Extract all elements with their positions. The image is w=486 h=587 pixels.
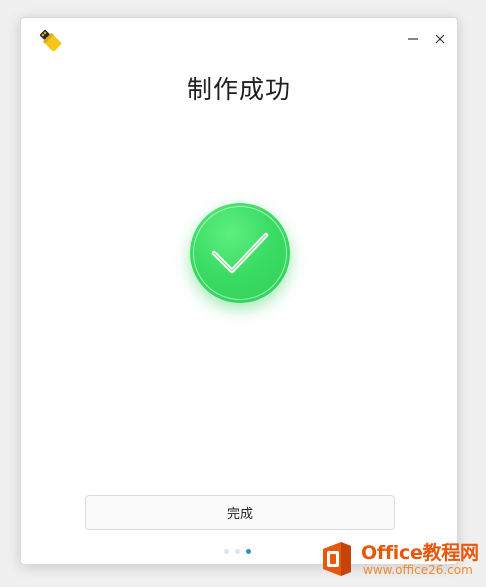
close-icon xyxy=(435,34,445,44)
checkmark-circle-icon xyxy=(190,203,290,303)
page-title: 制作成功 xyxy=(186,75,291,104)
watermark-name: Office教程网 xyxy=(361,542,479,564)
close-button[interactable] xyxy=(429,28,451,50)
step-dot-1 xyxy=(224,549,229,554)
usb-drive-icon xyxy=(37,27,63,53)
minimize-icon xyxy=(408,38,418,40)
done-button[interactable]: 完成 xyxy=(85,495,395,530)
app-window: 制作成功 完成 xyxy=(20,17,458,565)
step-dot-3-active xyxy=(246,549,251,554)
minimize-button[interactable] xyxy=(402,28,424,50)
watermark: Office教程网 www.office26.com xyxy=(317,536,485,582)
step-dot-2 xyxy=(235,549,240,554)
office-logo-icon xyxy=(323,542,351,576)
step-indicator xyxy=(224,549,251,554)
watermark-url: www.office26.com xyxy=(363,563,473,577)
